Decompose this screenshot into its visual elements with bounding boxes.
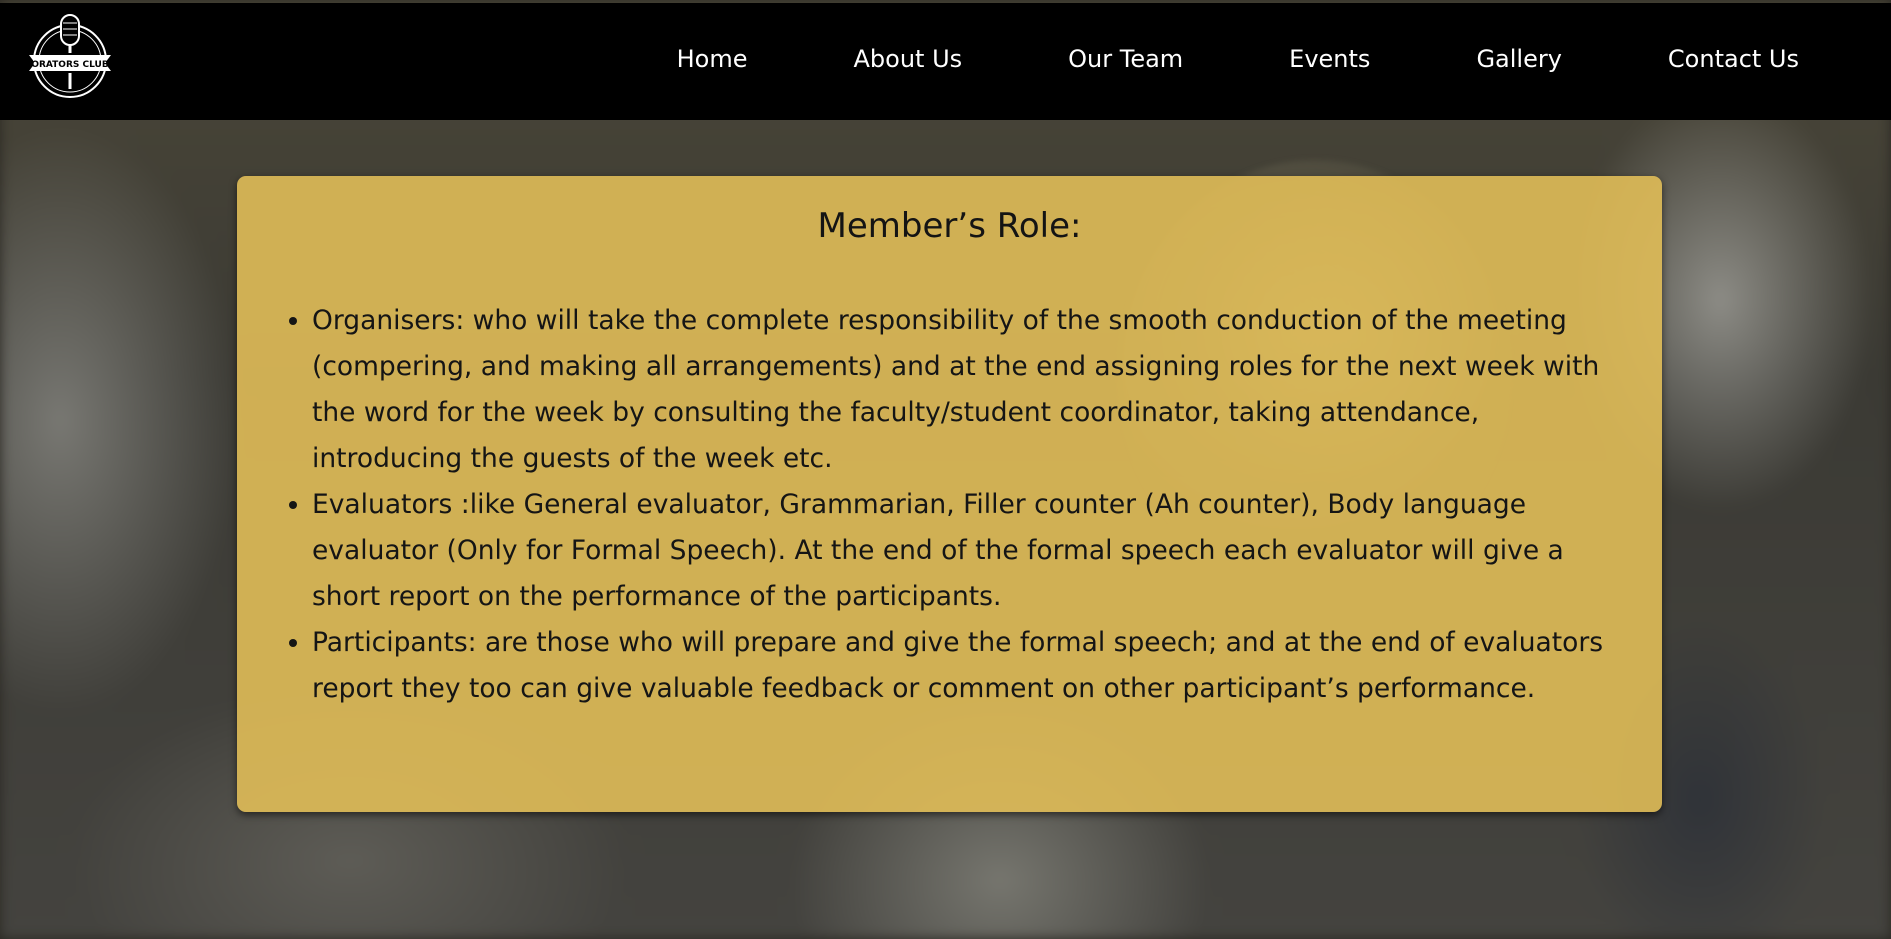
- microphone-logo-icon: ORATORS CLUB: [29, 14, 111, 98]
- nav-gallery-link[interactable]: Gallery: [1476, 45, 1561, 73]
- logo-text: ORATORS CLUB: [31, 60, 109, 70]
- page: ORATORS CLUB Home About Us Our Team Even…: [0, 0, 1891, 939]
- nav-contact-us-link[interactable]: Contact Us: [1668, 45, 1799, 73]
- club-logo[interactable]: ORATORS CLUB: [25, 11, 115, 101]
- card-title: Member’s Role:: [817, 206, 1082, 246]
- navbar: ORATORS CLUB Home About Us Our Team Even…: [0, 3, 1891, 120]
- member-role-card: Member’s Role: Organisers: who will take…: [237, 176, 1662, 812]
- nav-events-link[interactable]: Events: [1289, 45, 1370, 73]
- role-item-participants: Participants: are those who will prepare…: [312, 620, 1622, 712]
- role-list: Organisers: who will take the complete r…: [277, 298, 1622, 712]
- nav-our-team-link[interactable]: Our Team: [1068, 45, 1183, 73]
- nav-about-us-link[interactable]: About Us: [853, 45, 962, 73]
- role-item-organisers: Organisers: who will take the complete r…: [312, 298, 1622, 482]
- role-item-evaluators: Evaluators :like General evaluator, Gram…: [312, 482, 1622, 620]
- nav-home-link[interactable]: Home: [677, 45, 748, 73]
- nav-menu: Home About Us Our Team Events Gallery Co…: [677, 3, 1891, 120]
